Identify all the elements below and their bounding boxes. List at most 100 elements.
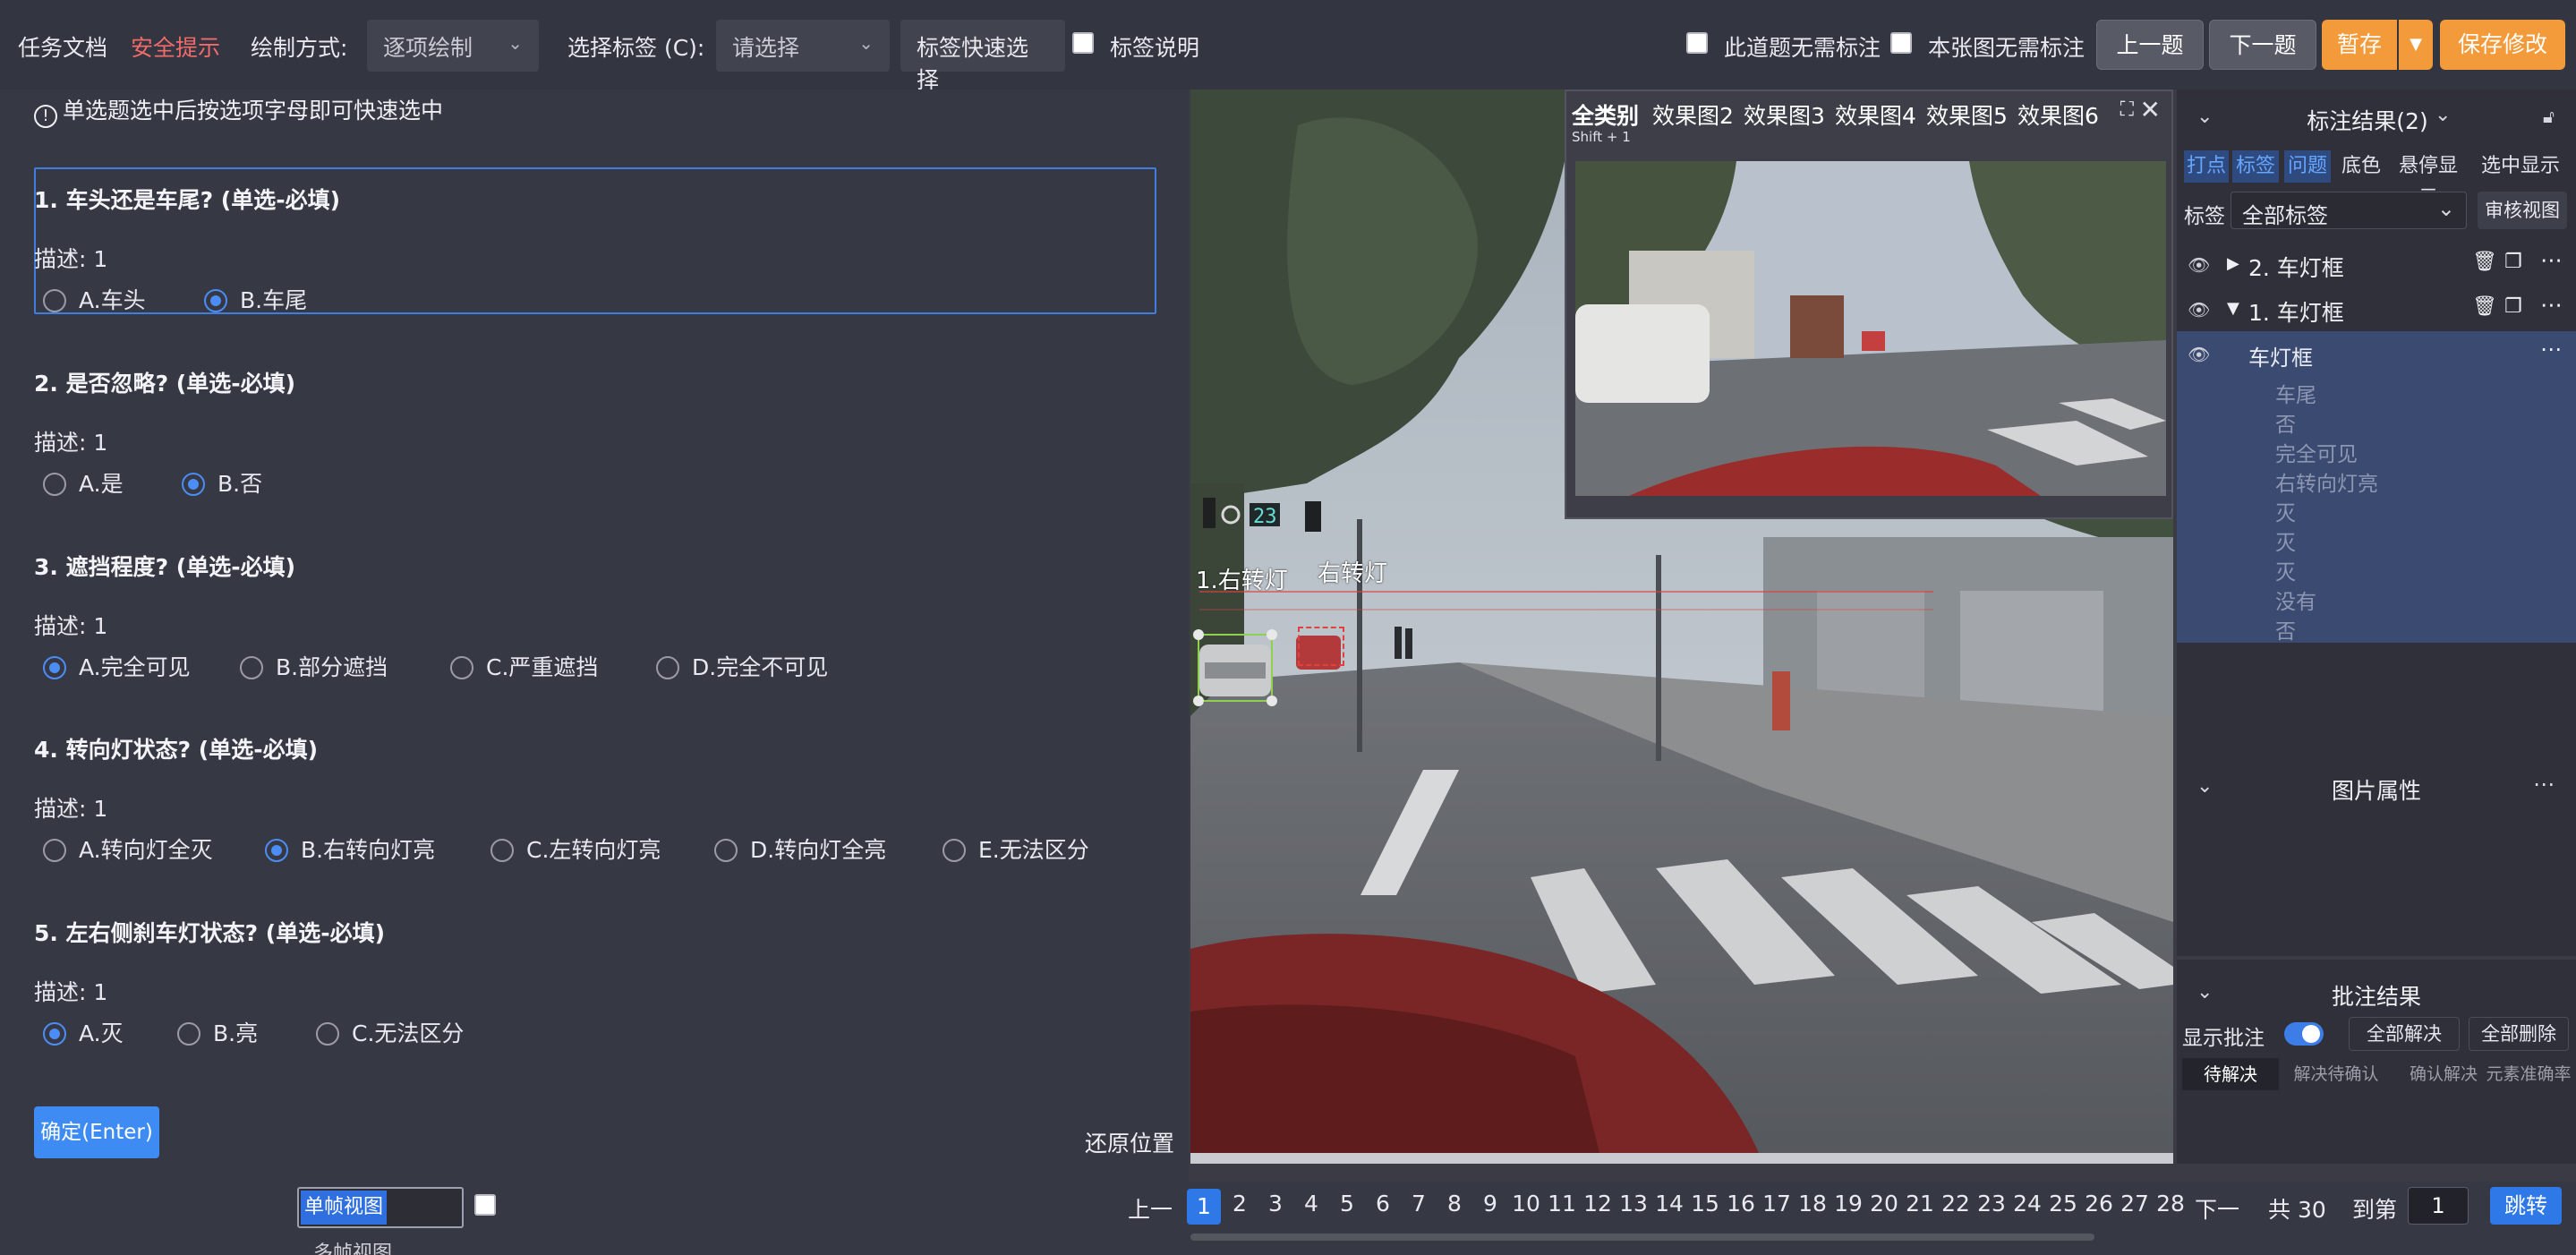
page-number[interactable]: 28 (2154, 1191, 2188, 1217)
radio-button[interactable] (450, 656, 473, 679)
radio-option[interactable]: A.完全可见 (43, 650, 191, 682)
caret-right-icon[interactable]: ▶ (2227, 254, 2239, 273)
more-icon[interactable]: ⋯ (2540, 292, 2563, 318)
bounding-box-2[interactable] (1298, 627, 1344, 666)
page-number[interactable]: 8 (1437, 1191, 1471, 1217)
radio-button[interactable] (714, 839, 738, 862)
comment-tab[interactable]: 解决待确认 (2282, 1058, 2390, 1090)
radio-button[interactable] (943, 839, 966, 862)
radio-option[interactable]: B.否 (182, 466, 262, 499)
preview-tab[interactable]: 效果图6 (2017, 98, 2099, 131)
filter-button[interactable]: 底色 (2336, 150, 2386, 183)
task-doc-link[interactable]: 任务文档 (18, 30, 107, 63)
page-number[interactable]: 2 (1223, 1191, 1257, 1217)
copy-icon[interactable]: ❐ (2504, 251, 2522, 273)
page-number[interactable]: 17 (1760, 1191, 1794, 1217)
page-number[interactable]: 13 (1616, 1191, 1651, 1217)
bounding-box[interactable] (1193, 629, 1277, 706)
next-page-button[interactable]: 下一 (2195, 1192, 2239, 1225)
bbox-handle[interactable] (1193, 629, 1204, 640)
preview-tab[interactable]: 效果图3 (1744, 98, 1825, 131)
single-frame-option[interactable]: 单帧视图 (301, 1191, 388, 1225)
fullscreen-icon[interactable]: ⛶ (2120, 98, 2134, 121)
review-view-button[interactable]: 审核视图 (2478, 192, 2567, 229)
preview-tab[interactable]: 效果图2 (1652, 98, 1734, 131)
radio-button[interactable] (43, 656, 66, 679)
radio-button[interactable] (177, 1022, 200, 1046)
caret-down-icon[interactable]: ▼ (2227, 299, 2239, 318)
radio-option[interactable]: A.是 (43, 466, 124, 499)
label-filter-select[interactable]: 全部标签 ⌄ (2231, 192, 2467, 229)
page-number[interactable]: 7 (1402, 1191, 1436, 1217)
preview-tab[interactable]: 全类别 (1572, 98, 1639, 131)
preview-tab[interactable]: 效果图5 (1926, 98, 2008, 131)
radio-option[interactable]: B.右转向灯亮 (265, 832, 435, 865)
page-number[interactable]: 1 (1187, 1189, 1221, 1225)
filter-button[interactable]: 悬停显示 (2392, 150, 2465, 209)
radio-button[interactable] (204, 289, 227, 312)
eye-icon[interactable]: 👁︎ (2188, 299, 2210, 320)
radio-option[interactable]: C.无法区分 (316, 1016, 464, 1048)
page-number[interactable]: 4 (1294, 1191, 1328, 1217)
page-number[interactable]: 23 (1975, 1191, 2009, 1217)
radio-button[interactable] (265, 839, 288, 862)
result-item-2[interactable]: 👁︎ ▶ 2. 车灯框 🗑︎ ❐ ⋯ (2177, 242, 2576, 286)
page-number[interactable]: 18 (1796, 1191, 1830, 1217)
page-number[interactable]: 21 (1903, 1191, 1937, 1217)
radio-option[interactable]: C.严重遮挡 (450, 650, 598, 682)
result-item-1[interactable]: 👁︎ ▼ 1. 车灯框 🗑︎ ❐ ⋯ (2177, 286, 2576, 331)
radio-option[interactable]: A.转向灯全灭 (43, 832, 213, 865)
page-number[interactable]: 26 (2082, 1191, 2116, 1217)
frame-view-select[interactable]: 单帧视图 (297, 1187, 464, 1228)
prev-page-button[interactable]: 上一 (1128, 1192, 1173, 1225)
select-label-dropdown[interactable]: 请选择 ⌄ (716, 20, 890, 72)
no-label-image-checkbox[interactable] (1890, 32, 1912, 54)
radio-option[interactable]: B.车尾 (204, 283, 307, 315)
page-number[interactable]: 3 (1258, 1191, 1292, 1217)
canvas-scrollbar[interactable] (1190, 1153, 2173, 1164)
safety-tip-link[interactable]: 安全提示 (131, 30, 220, 63)
page-number[interactable]: 15 (1688, 1191, 1722, 1217)
page-number[interactable]: 12 (1581, 1191, 1615, 1217)
bbox-handle[interactable] (1267, 629, 1277, 640)
frame-view-checkbox[interactable] (474, 1194, 496, 1216)
radio-option[interactable]: D.完全不可见 (656, 650, 828, 682)
bbox-handle[interactable] (1193, 696, 1204, 706)
temp-save-button[interactable]: 暂存 (2322, 20, 2397, 70)
no-label-question-checkbox[interactable] (1686, 32, 1708, 54)
show-comments-toggle[interactable] (2284, 1022, 2324, 1046)
radio-option[interactable]: E.无法区分 (943, 832, 1089, 865)
copy-icon[interactable]: ❐ (2504, 295, 2522, 318)
radio-option[interactable]: D.转向灯全亮 (714, 832, 886, 865)
goto-page-input[interactable]: 1 (2408, 1187, 2469, 1225)
radio-button[interactable] (316, 1022, 339, 1046)
page-number[interactable]: 16 (1724, 1191, 1758, 1217)
eye-icon[interactable]: 👁︎ (2188, 254, 2210, 276)
filter-button[interactable]: 打点 (2184, 150, 2229, 183)
temp-save-dropdown[interactable]: ▼ (2399, 20, 2433, 70)
pager-scrollbar[interactable] (1190, 1234, 2094, 1241)
jump-button[interactable]: 跳转 (2490, 1187, 2562, 1225)
radio-button[interactable] (43, 289, 66, 312)
close-icon[interactable]: ✕ (2140, 95, 2161, 124)
bbox-handle[interactable] (1267, 696, 1277, 706)
page-number[interactable]: 25 (2046, 1191, 2080, 1217)
page-number[interactable]: 24 (2010, 1191, 2044, 1217)
multi-frame-option[interactable]: 多帧视图 (313, 1237, 392, 1255)
trash-icon[interactable]: 🗑︎ (2472, 251, 2497, 273)
page-number[interactable]: 14 (1652, 1191, 1686, 1217)
page-number[interactable]: 20 (1867, 1191, 1901, 1217)
comment-tab[interactable]: 待解决 (2182, 1058, 2279, 1090)
radio-option[interactable]: A.灭 (43, 1016, 124, 1048)
radio-button[interactable] (43, 1022, 66, 1046)
delete-all-button[interactable]: 全部删除 (2469, 1017, 2569, 1051)
filter-button[interactable]: 选中显示 (2470, 150, 2571, 183)
radio-button[interactable] (43, 473, 66, 496)
resolve-all-button[interactable]: 全部解决 (2349, 1017, 2460, 1051)
confirm-button[interactable]: 确定(Enter) (34, 1106, 159, 1158)
more-icon[interactable]: ⋯ (2533, 772, 2555, 797)
radio-button[interactable] (490, 839, 514, 862)
double-chevron-icon[interactable]: ⌄ (2435, 104, 2451, 126)
radio-option[interactable]: B.部分遮挡 (240, 650, 388, 682)
radio-option[interactable]: B.亮 (177, 1016, 258, 1048)
